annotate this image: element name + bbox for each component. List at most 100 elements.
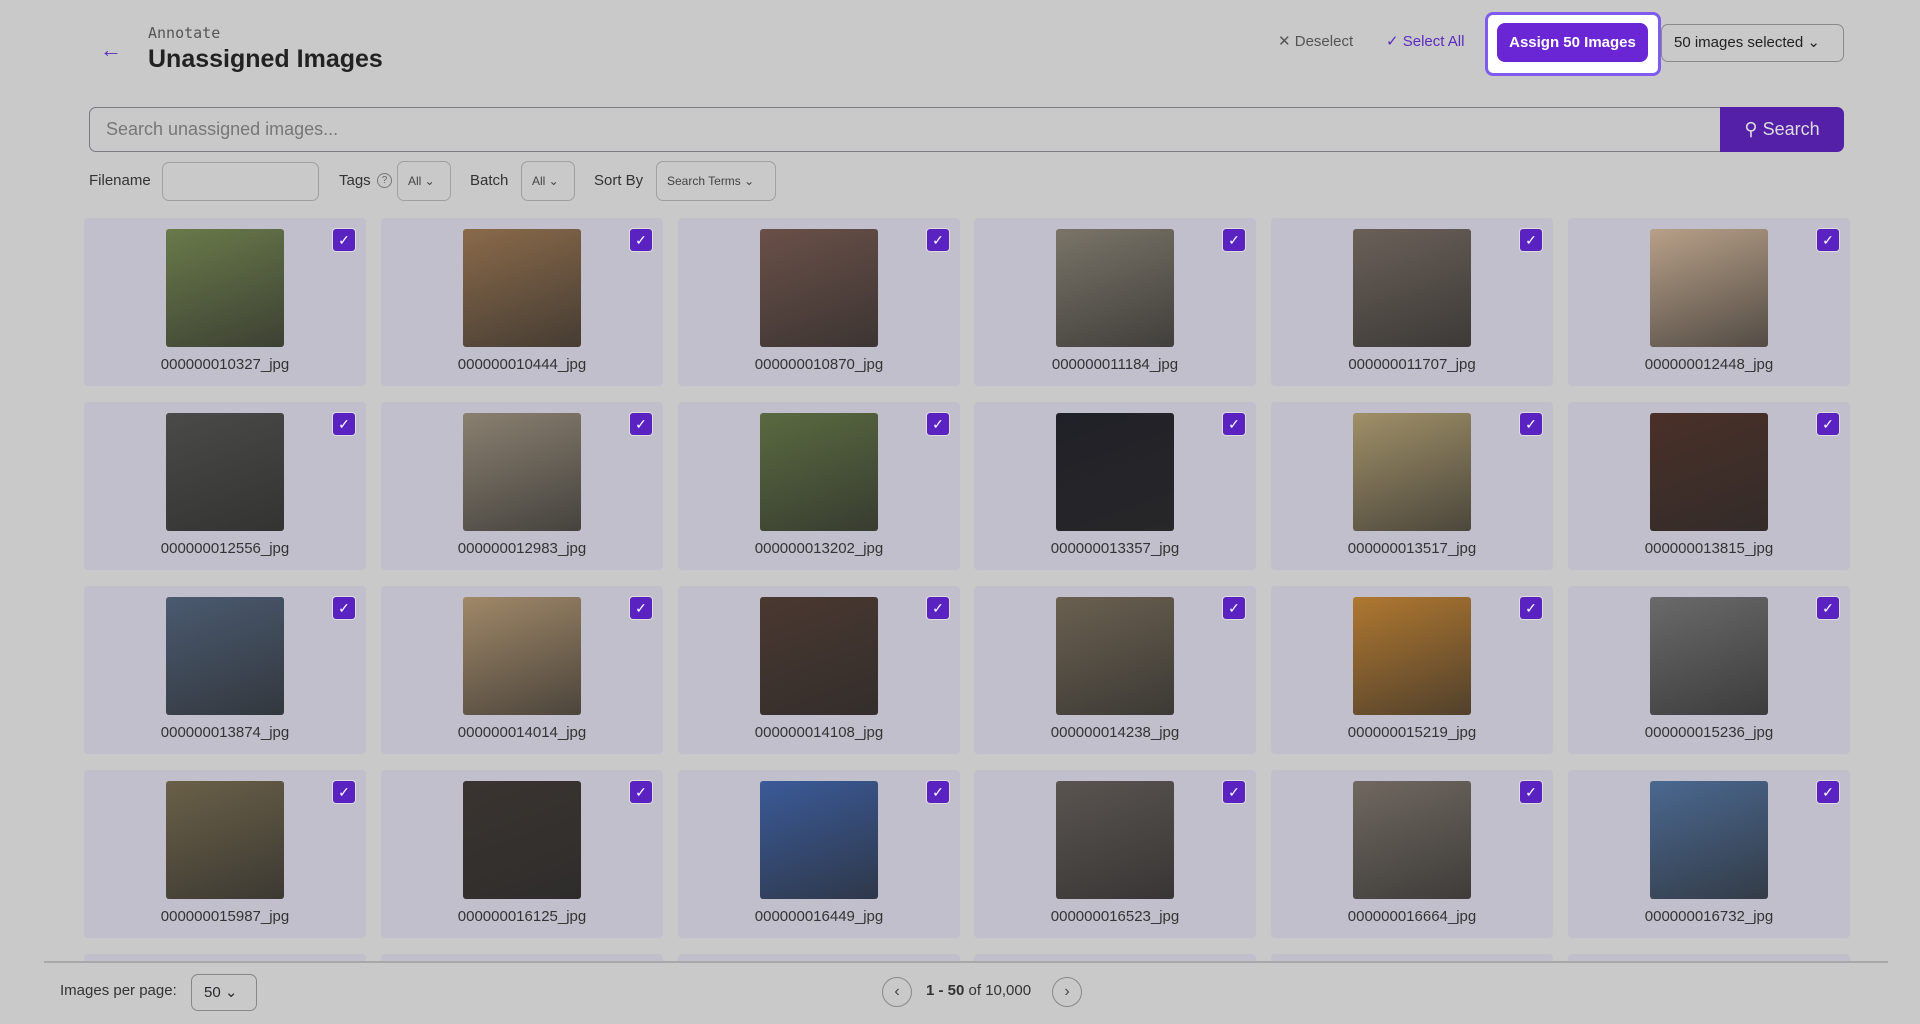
tags-select[interactable]: All ⌄	[397, 161, 451, 201]
image-card[interactable]: ✓ 000000010870_jpg	[678, 218, 960, 386]
checkbox-checked-icon[interactable]: ✓	[1223, 597, 1245, 619]
image-card[interactable]: ✓ 000000015236_jpg	[1568, 586, 1850, 754]
image-thumbnail	[166, 597, 284, 715]
image-card[interactable]: ✓ 000000010327_jpg	[84, 218, 366, 386]
checkbox-checked-icon[interactable]: ✓	[927, 597, 949, 619]
check-icon: ✓	[1386, 33, 1403, 50]
range-current: 1 - 50	[926, 982, 965, 999]
sort-select[interactable]: Search Terms ⌄	[656, 161, 776, 201]
chevron-down-icon: ⌄	[1807, 34, 1820, 51]
help-icon[interactable]: ?	[377, 173, 392, 188]
image-card[interactable]: ✓ 000000013517_jpg	[1271, 402, 1553, 570]
checkbox-checked-icon[interactable]: ✓	[333, 597, 355, 619]
image-filename: 000000016664_jpg	[1347, 908, 1477, 925]
search-button[interactable]: ⚲ Search	[1720, 107, 1844, 152]
assign-images-button[interactable]: Assign 50 Images	[1497, 23, 1648, 62]
deselect-button[interactable]: ✕ Deselect	[1278, 32, 1353, 52]
checkbox-checked-icon[interactable]: ✓	[333, 413, 355, 435]
image-filename: 000000015219_jpg	[1347, 724, 1477, 741]
checkbox-checked-icon[interactable]: ✓	[333, 229, 355, 251]
prev-page-button[interactable]: ‹	[882, 977, 912, 1007]
image-filename: 000000013517_jpg	[1347, 540, 1477, 557]
image-card[interactable]: ✓ 000000014014_jpg	[381, 586, 663, 754]
next-page-button[interactable]: ›	[1052, 977, 1082, 1007]
checkbox-checked-icon[interactable]: ✓	[1223, 781, 1245, 803]
checkbox-checked-icon[interactable]: ✓	[1520, 413, 1542, 435]
image-filename: 000000010327_jpg	[160, 356, 290, 373]
image-card[interactable]: ✓ 000000015987_jpg	[84, 770, 366, 938]
batch-value: All	[532, 174, 546, 188]
checkbox-checked-icon[interactable]: ✓	[1520, 229, 1542, 251]
image-card[interactable]: ✓ 000000016523_jpg	[974, 770, 1256, 938]
search-input[interactable]	[89, 107, 1721, 152]
checkbox-checked-icon[interactable]: ✓	[927, 413, 949, 435]
image-card[interactable]: ✓ 000000013874_jpg	[84, 586, 366, 754]
image-filename: 000000011707_jpg	[1348, 356, 1476, 373]
image-card[interactable]: ✓ 000000012448_jpg	[1568, 218, 1850, 386]
image-card[interactable]: ✓ 000000010444_jpg	[381, 218, 663, 386]
image-card[interactable]: ✓ 000000012556_jpg	[84, 402, 366, 570]
checkbox-checked-icon[interactable]: ✓	[1223, 229, 1245, 251]
per-page-select[interactable]: 50 ⌄	[191, 974, 257, 1011]
image-card[interactable]: ✓ 000000016449_jpg	[678, 770, 960, 938]
checkbox-checked-icon[interactable]: ✓	[1817, 413, 1839, 435]
image-card[interactable]: ✓ 000000016732_jpg	[1568, 770, 1850, 938]
image-thumbnail	[1353, 597, 1471, 715]
image-filename: 000000012983_jpg	[457, 540, 587, 557]
back-arrow-icon[interactable]: ←	[100, 38, 124, 62]
sort-label: Sort By	[594, 172, 644, 189]
image-card[interactable]: ✓ 000000011707_jpg	[1271, 218, 1553, 386]
checkbox-checked-icon[interactable]: ✓	[1520, 781, 1542, 803]
image-card[interactable]: ✓ 000000011184_jpg	[974, 218, 1256, 386]
tags-label: Tags	[339, 172, 371, 189]
per-page-label: Images per page:	[60, 982, 177, 999]
checkbox-checked-icon[interactable]: ✓	[927, 229, 949, 251]
checkbox-checked-icon[interactable]: ✓	[1520, 597, 1542, 619]
image-filename: 000000013357_jpg	[1050, 540, 1180, 557]
checkbox-checked-icon[interactable]: ✓	[630, 781, 652, 803]
image-thumbnail	[166, 229, 284, 347]
image-filename: 000000013815_jpg	[1644, 540, 1774, 557]
selection-dropdown[interactable]: 50 images selected ⌄	[1661, 24, 1844, 62]
image-filename: 000000013202_jpg	[754, 540, 884, 557]
image-thumbnail	[1650, 413, 1768, 531]
checkbox-checked-icon[interactable]: ✓	[927, 781, 949, 803]
image-thumbnail	[1056, 229, 1174, 347]
image-thumbnail	[463, 781, 581, 899]
image-filename: 000000014108_jpg	[754, 724, 884, 741]
image-card[interactable]: ✓ 000000013815_jpg	[1568, 402, 1850, 570]
filename-input[interactable]	[162, 162, 319, 201]
image-thumbnail	[1353, 413, 1471, 531]
image-card[interactable]: ✓ 000000015219_jpg	[1271, 586, 1553, 754]
image-card[interactable]: ✓ 000000013202_jpg	[678, 402, 960, 570]
select-all-button[interactable]: ✓ Select All	[1386, 32, 1464, 52]
image-thumbnail	[760, 781, 878, 899]
checkbox-checked-icon[interactable]: ✓	[630, 229, 652, 251]
close-icon: ✕	[1278, 33, 1295, 50]
checkbox-checked-icon[interactable]: ✓	[630, 597, 652, 619]
image-thumbnail	[463, 413, 581, 531]
image-filename: 000000011184_jpg	[1051, 356, 1179, 373]
image-card[interactable]: ✓ 000000014108_jpg	[678, 586, 960, 754]
sort-value: Search Terms	[667, 174, 741, 188]
checkbox-checked-icon[interactable]: ✓	[1817, 597, 1839, 619]
image-thumbnail	[463, 229, 581, 347]
image-card[interactable]: ✓ 000000016125_jpg	[381, 770, 663, 938]
checkbox-checked-icon[interactable]: ✓	[333, 781, 355, 803]
image-card[interactable]: ✓ 000000013357_jpg	[974, 402, 1256, 570]
checkbox-checked-icon[interactable]: ✓	[1817, 781, 1839, 803]
image-card[interactable]: ✓ 000000012983_jpg	[381, 402, 663, 570]
image-card[interactable]: ✓ 000000014238_jpg	[974, 586, 1256, 754]
selection-label: 50 images selected	[1674, 34, 1804, 51]
checkbox-checked-icon[interactable]: ✓	[1223, 413, 1245, 435]
image-thumbnail	[166, 781, 284, 899]
checkbox-checked-icon[interactable]: ✓	[630, 413, 652, 435]
image-thumbnail	[1650, 781, 1768, 899]
image-filename: 000000010870_jpg	[754, 356, 884, 373]
image-thumbnail	[166, 413, 284, 531]
image-card[interactable]: ✓ 000000016664_jpg	[1271, 770, 1553, 938]
batch-select[interactable]: All ⌄	[521, 161, 575, 201]
range-total: of 10,000	[968, 982, 1032, 999]
checkbox-checked-icon[interactable]: ✓	[1817, 229, 1839, 251]
image-thumbnail	[1650, 597, 1768, 715]
